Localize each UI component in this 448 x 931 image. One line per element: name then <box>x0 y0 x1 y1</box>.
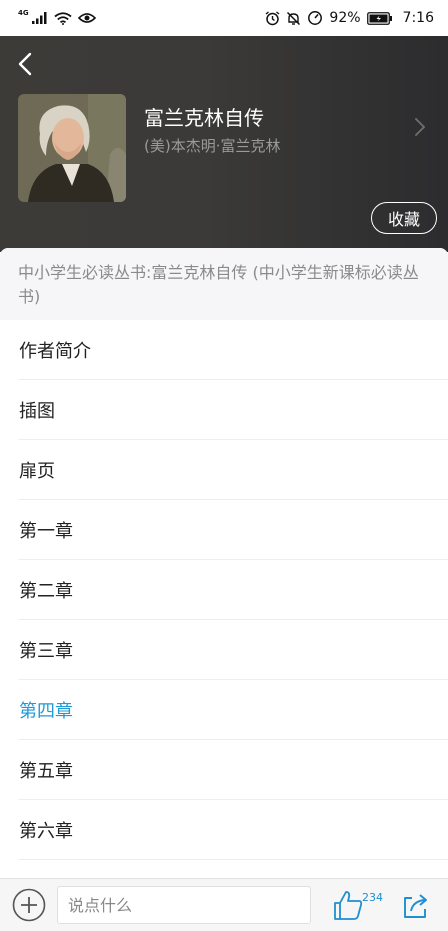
toc-item[interactable]: 第四章 <box>19 680 448 740</box>
status-left: 4G <box>18 9 96 25</box>
signal-icon <box>31 12 47 24</box>
favorite-button[interactable]: 收藏 <box>371 202 437 234</box>
book-author: (美)本杰明·富兰克林 <box>144 137 281 155</box>
chevron-right-icon[interactable] <box>412 116 428 138</box>
toc-item[interactable]: 第三章 <box>19 620 448 680</box>
add-icon[interactable] <box>12 888 46 922</box>
toc-item[interactable]: 作者简介 <box>19 320 448 380</box>
network-type: 4G <box>18 9 29 17</box>
mute-icon <box>287 11 301 25</box>
book-cover <box>18 94 126 202</box>
toc-item[interactable]: 第五章 <box>19 740 448 800</box>
toc-item[interactable]: 第二章 <box>19 560 448 620</box>
thumbs-up-icon[interactable] <box>332 889 364 921</box>
alarm-icon <box>265 10 280 25</box>
status-bar: 4G 92% 7:16 <box>0 0 448 36</box>
toc-item[interactable]: 扉页 <box>19 440 448 500</box>
content-sheet: 中小学生必读丛书:富兰克林自传 (中小学生新课标必读丛书) 作者简介 插图 扉页 第一… <box>0 248 448 878</box>
book-header: 富兰克林自传 (美)本杰明·富兰克林 收藏 <box>0 36 448 252</box>
status-right: 92% 7:16 <box>265 10 434 26</box>
clock-time: 7:16 <box>402 10 434 26</box>
eye-icon <box>77 13 96 23</box>
data-saver-icon <box>308 11 323 25</box>
toc-item[interactable]: 第六章 <box>19 800 448 860</box>
toc-item[interactable]: 第一章 <box>19 500 448 560</box>
wifi-icon <box>54 11 72 25</box>
book-title: 富兰克林自传 <box>144 106 264 130</box>
battery-icon <box>366 11 392 25</box>
back-arrow-icon[interactable] <box>14 50 38 78</box>
comment-input[interactable] <box>57 886 311 924</box>
like-count: 234 <box>362 891 383 904</box>
bottom-bar: 234 <box>0 878 448 931</box>
series-title: 中小学生必读丛书:富兰克林自传 (中小学生新课标必读丛书) <box>0 248 448 320</box>
book-cover-portrait <box>18 94 126 202</box>
toc-item[interactable]: 插图 <box>19 380 448 440</box>
battery-percent: 92% <box>329 10 361 26</box>
share-icon[interactable] <box>400 890 430 920</box>
toc-list: 作者简介 插图 扉页 第一章 第二章 第三章 第四章 第五章 第六章 <box>0 320 448 860</box>
